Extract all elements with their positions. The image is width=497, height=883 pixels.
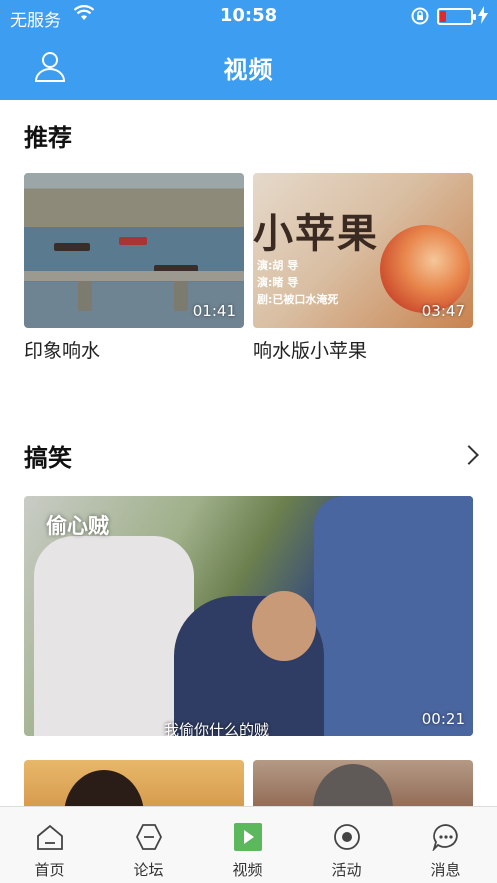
video-duration: 00:21 <box>421 710 465 728</box>
video-play-icon <box>234 823 262 851</box>
thumb-overlay-title: 小苹果 <box>253 210 379 257</box>
video-caption[interactable]: 印象响水 <box>24 336 100 363</box>
home-icon <box>36 823 64 851</box>
tab-home[interactable]: 首页 <box>0 807 99 883</box>
video-thumb-1[interactable]: 01:41 <box>24 173 244 328</box>
charging-bolt-icon <box>478 6 488 28</box>
video-thumb-featured[interactable]: 偷心贼 我偷你什么的贼 00:21 <box>24 496 473 736</box>
tab-bar: 首页 论坛 视频 活动 消息 <box>0 806 497 883</box>
tab-activity[interactable]: 活动 <box>297 807 396 883</box>
tab-label: 视频 <box>232 861 263 879</box>
tab-label: 首页 <box>34 861 65 879</box>
tab-label: 消息 <box>430 861 461 879</box>
chevron-right-icon[interactable] <box>459 445 479 465</box>
forum-icon <box>135 823 163 851</box>
tab-video[interactable]: 视频 <box>198 807 297 883</box>
tab-label: 活动 <box>331 861 362 879</box>
video-thumb-2[interactable]: 小苹果 演:胡 导 演:睹 导 剧:已被口水淹死 03:47 <box>253 173 473 328</box>
message-icon <box>432 823 460 853</box>
orientation-lock-icon <box>410 6 430 30</box>
video-duration: 03:47 <box>421 302 465 320</box>
tab-label: 论坛 <box>133 861 164 879</box>
section-title-funny: 搞笑 <box>24 444 72 472</box>
tab-message[interactable]: 消息 <box>396 807 495 883</box>
video-tag: 偷心贼 <box>46 514 109 538</box>
battery-low-icon <box>437 8 476 25</box>
activity-icon <box>333 823 361 851</box>
apple-image <box>380 225 470 313</box>
tab-forum[interactable]: 论坛 <box>99 807 198 883</box>
status-bar: 无服务 10:58 <box>0 0 497 34</box>
section-title-recommend: 推荐 <box>24 124 72 152</box>
video-caption[interactable]: 响水版小苹果 <box>253 336 367 363</box>
top-bar: 无服务 10:58 视频 <box>0 0 497 100</box>
video-subtitle: 我偷你什么的贼 <box>164 721 270 736</box>
video-duration: 01:41 <box>192 302 236 320</box>
thumb-overlay-credits: 演:胡 导 演:睹 导 剧:已被口水淹死 <box>257 259 339 306</box>
page-title: 视频 <box>223 56 274 84</box>
